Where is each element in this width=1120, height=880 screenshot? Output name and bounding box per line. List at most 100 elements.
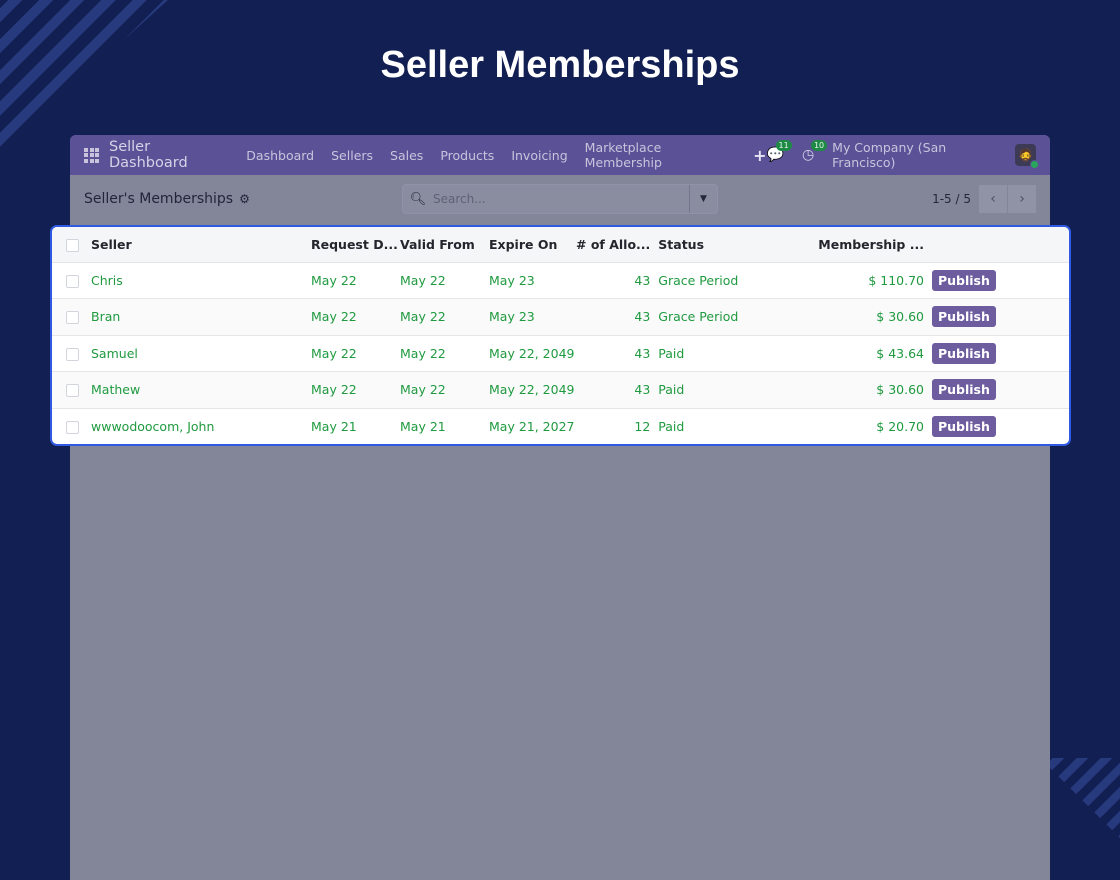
publish-button[interactable]: Publish (931, 306, 996, 328)
row-checkbox[interactable] (66, 384, 79, 398)
cell-expire-on: May 23 (489, 272, 535, 288)
table-header-row: Seller Request D... Valid From Expire On… (52, 227, 1069, 262)
column-header-membership-price[interactable]: Membership ... (818, 227, 932, 262)
column-header-allowed[interactable]: # of Allo... (576, 227, 658, 262)
publish-button[interactable]: Publish (931, 416, 996, 437)
cell-allowed: 43 (634, 309, 651, 325)
cell-expire-on: May 23 (489, 309, 535, 325)
publish-button[interactable]: Publish (931, 342, 996, 364)
cell-status: Paid (658, 382, 685, 398)
cell-valid-from: May 21 (400, 419, 446, 434)
cell-action: Publish (931, 335, 1069, 372)
top-navbar: Seller Dashboard Dashboard Sellers Sales… (70, 135, 1050, 175)
cell-action: Publish (931, 299, 1069, 336)
cell-allowed: 43 (634, 382, 651, 398)
nav-item-invoicing[interactable]: Invoicing (511, 148, 567, 163)
row-checkbox-cell (52, 299, 91, 336)
cell-membership-price: $ 43.64 (876, 345, 924, 361)
cell-status: Grace Period (658, 272, 739, 288)
cell-action: Publish (931, 372, 1069, 409)
cell-valid-from: May 22 (400, 309, 446, 325)
cell-seller: Samuel (91, 345, 138, 361)
messages-badge: 11 (775, 140, 792, 151)
cell-request-date: May 22 (311, 272, 357, 288)
cell-allowed: 12 (634, 419, 651, 434)
cell-valid-from: May 22 (400, 382, 446, 398)
decorative-stripes-bottom-right (1040, 758, 1120, 848)
pager: 1-5 / 5 ‹ › (932, 185, 1036, 213)
online-status-dot (1030, 160, 1039, 169)
cell-action: Publish (931, 408, 1069, 444)
table-row[interactable]: Bran May 22 May 22 May 23 43 Grace Perio… (52, 298, 1069, 336)
publish-button[interactable]: Publish (931, 269, 996, 291)
nav-item-sales[interactable]: Sales (390, 148, 423, 163)
nav-item-dashboard[interactable]: Dashboard (246, 148, 314, 163)
cell-request-date: May 21 (311, 419, 357, 434)
row-checkbox[interactable] (66, 311, 79, 325)
cell-action: Publish (931, 262, 1069, 299)
cell-seller: wwwodoocom, John (91, 419, 215, 434)
cell-membership-price: $ 30.60 (876, 309, 924, 325)
cell-seller: Chris (91, 272, 123, 288)
select-all-checkbox[interactable] (66, 238, 79, 252)
cell-expire-on: May 22, 2049 (489, 345, 575, 361)
cell-allowed: 43 (634, 345, 651, 361)
cell-membership-price: $ 20.70 (876, 419, 924, 434)
hero-title: Seller Memberships (380, 44, 740, 86)
cell-membership-price: $ 110.70 (868, 272, 924, 288)
pager-next-button[interactable]: › (1008, 185, 1036, 213)
search-icon: 🔍︎ (409, 191, 427, 207)
apps-grid-icon[interactable] (84, 147, 99, 163)
row-checkbox-cell (52, 372, 91, 409)
company-switcher[interactable]: My Company (San Francisco) (832, 140, 1003, 170)
search-bar: 🔍︎ ▼ (402, 184, 718, 214)
column-header-expire-on[interactable]: Expire On (489, 227, 576, 262)
row-checkbox-cell (52, 262, 91, 299)
nav-item-products[interactable]: Products (440, 148, 494, 163)
row-checkbox[interactable] (66, 274, 79, 288)
gear-icon[interactable]: ⚙ (239, 192, 250, 206)
cell-expire-on: May 21, 2027 (489, 419, 575, 434)
row-checkbox[interactable] (66, 421, 79, 434)
pager-value[interactable]: 1-5 / 5 (932, 192, 971, 206)
cell-status: Paid (658, 419, 685, 434)
search-input[interactable] (433, 185, 689, 213)
nav-item-sellers[interactable]: Sellers (331, 148, 373, 163)
table-row[interactable]: Mathew May 22 May 22 May 22, 2049 43 Pai… (52, 371, 1069, 409)
nav-plus-icon[interactable]: + (753, 146, 766, 165)
table-row[interactable]: wwwodoocom, John May 21 May 21 May 21, 2… (52, 408, 1069, 444)
cell-status: Paid (658, 345, 685, 361)
user-avatar[interactable]: 🧔 (1015, 144, 1039, 169)
cell-allowed: 43 (634, 272, 651, 288)
column-header-status[interactable]: Status (658, 227, 818, 262)
cell-status: Grace Period (658, 309, 739, 325)
column-header-valid-from[interactable]: Valid From (400, 227, 489, 262)
activities-icon[interactable]: ◷ 10 (802, 140, 828, 163)
select-all-checkbox-cell (52, 227, 91, 262)
cell-seller: Bran (91, 309, 121, 325)
cell-seller: Mathew (91, 382, 141, 398)
table-row[interactable]: Samuel May 22 May 22 May 22, 2049 43 Pai… (52, 335, 1069, 372)
row-checkbox-cell (52, 335, 91, 372)
cell-request-date: May 22 (311, 309, 357, 325)
memberships-table: Seller Request D... Valid From Expire On… (52, 227, 1069, 444)
page-title: Seller's Memberships (84, 191, 234, 207)
control-panel: Seller's Memberships ⚙ 🔍︎ ▼ 1-5 / 5 ‹ › (70, 175, 1050, 223)
column-header-action (932, 227, 1069, 262)
row-checkbox-cell (52, 408, 91, 444)
memberships-list: Seller Request D... Valid From Expire On… (50, 225, 1071, 446)
publish-button[interactable]: Publish (931, 379, 996, 401)
cell-request-date: May 22 (311, 382, 357, 398)
search-options-toggle[interactable]: ▼ (689, 185, 717, 213)
messages-icon[interactable]: 💬 11 (767, 140, 792, 163)
row-checkbox[interactable] (66, 347, 79, 361)
activities-badge: 10 (810, 140, 828, 151)
cell-membership-price: $ 30.60 (876, 382, 924, 398)
cell-expire-on: May 22, 2049 (489, 382, 575, 398)
column-header-request-date[interactable]: Request D... (311, 227, 400, 262)
table-row[interactable]: Chris May 22 May 22 May 23 43 Grace Peri… (52, 262, 1069, 299)
column-header-seller[interactable]: Seller (91, 227, 311, 262)
nav-item-marketplace-membership[interactable]: Marketplace Membership (585, 140, 736, 170)
pager-previous-button[interactable]: ‹ (979, 185, 1007, 213)
app-brand[interactable]: Seller Dashboard (109, 139, 228, 171)
